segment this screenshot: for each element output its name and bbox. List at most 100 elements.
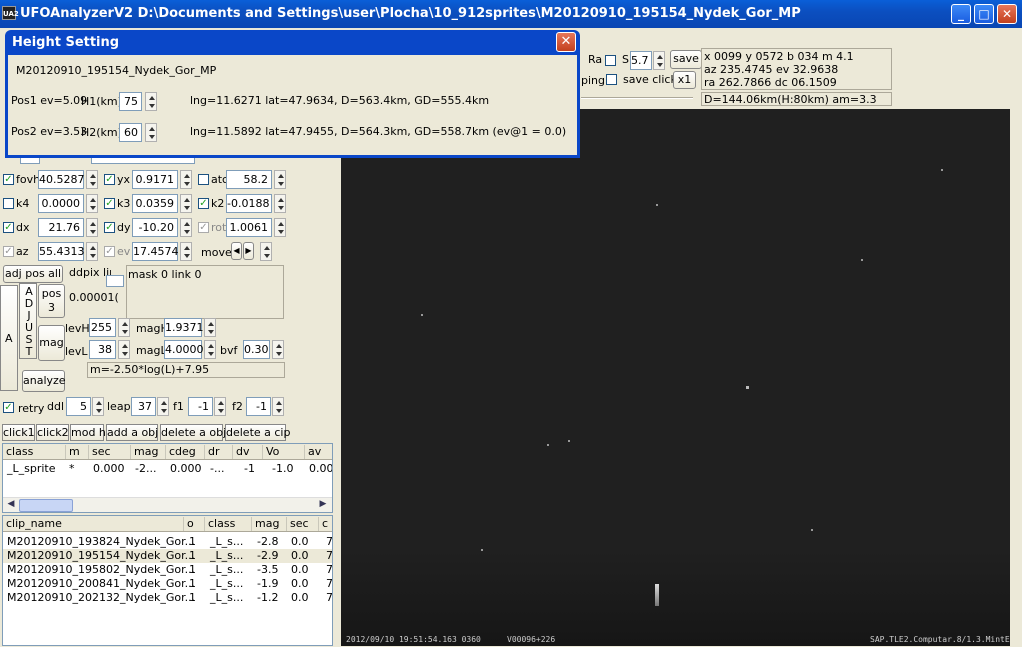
dy-checkbox[interactable]: ✓ xyxy=(104,222,115,233)
rot-checkbox[interactable]: ✓ xyxy=(198,222,209,233)
move-right-button[interactable]: ▶ xyxy=(243,242,254,260)
f1-spinner[interactable] xyxy=(214,397,226,416)
rot-spinner[interactable] xyxy=(274,218,286,237)
magl-spinner[interactable] xyxy=(204,340,216,359)
k3-spinner[interactable] xyxy=(180,194,192,213)
f2-spinner[interactable] xyxy=(272,397,284,416)
analyze-button[interactable]: analyze xyxy=(22,370,66,392)
mag-button[interactable]: mag xyxy=(38,325,65,361)
video-frame[interactable]: 2012/09/10 19:51:54.163 0360 V00096+226 … xyxy=(341,109,1010,646)
pos3-button[interactable]: pos 3 xyxy=(38,284,65,318)
ev-spinner[interactable] xyxy=(180,242,192,261)
ev-checkbox[interactable]: ✓ xyxy=(104,246,115,257)
ra-checkbox[interactable] xyxy=(605,55,616,66)
leap-spinner[interactable] xyxy=(157,397,169,416)
k2-spinner[interactable] xyxy=(274,194,286,213)
levl-field[interactable]: 38 xyxy=(89,340,116,359)
az-field[interactable]: 55.4313 xyxy=(38,242,85,261)
h2-spinner[interactable] xyxy=(145,123,157,142)
ddl-spinner[interactable] xyxy=(92,397,104,416)
adjust-button[interactable]: A D J U S T xyxy=(19,283,37,359)
object-table[interactable]: class m sec mag cdeg dr dv Vo av _L_spri… xyxy=(2,443,333,513)
clip-table[interactable]: clip_name o class mag sec c M20120910_19… xyxy=(2,515,333,646)
save-button[interactable]: save xyxy=(670,50,702,69)
col-header[interactable]: sec xyxy=(89,445,131,459)
scroll-right-icon[interactable]: ▶ xyxy=(316,499,330,512)
horizontal-scrollbar[interactable]: ◀ ▶ xyxy=(3,497,332,512)
k3-checkbox[interactable]: ✓ xyxy=(104,198,115,209)
maximize-button[interactable]: □ xyxy=(974,4,994,24)
dy-spinner[interactable] xyxy=(180,218,192,237)
leap-field[interactable]: 37 xyxy=(131,397,156,416)
magl-field[interactable]: 4.0000 xyxy=(164,340,204,359)
levh-spinner[interactable] xyxy=(118,318,130,337)
s-spinner[interactable] xyxy=(653,51,665,70)
col-header[interactable]: o xyxy=(184,517,205,531)
yx-spinner[interactable] xyxy=(180,170,192,189)
move-left-button[interactable]: ◀ xyxy=(231,242,242,260)
table-row[interactable]: M20120910_200841_Nydek_Gor... 1 _L_s... … xyxy=(3,577,332,591)
atc-checkbox[interactable] xyxy=(198,174,209,185)
table-row[interactable]: M20120910_193824_Nydek_Gor... 1 _L_s... … xyxy=(3,535,332,549)
fovh-spinner[interactable] xyxy=(86,170,98,189)
k4-field[interactable]: 0.0000 xyxy=(38,194,84,213)
fovh-field[interactable]: 40.5287 xyxy=(38,170,85,189)
close-window-button[interactable]: ✕ xyxy=(997,4,1017,24)
k4-checkbox[interactable] xyxy=(3,198,14,209)
table-row[interactable]: M20120910_202132_Nydek_Gor... 1 _L_s... … xyxy=(3,591,332,605)
f2-field[interactable]: -1 xyxy=(246,397,271,416)
atc-field[interactable]: 58.2 xyxy=(226,170,272,189)
f1-field[interactable]: -1 xyxy=(188,397,213,416)
magh-spinner[interactable] xyxy=(204,318,216,337)
x1-button[interactable]: x1 xyxy=(673,71,696,89)
atc-spinner[interactable] xyxy=(274,170,286,189)
ev-field[interactable]: 17.4574 xyxy=(132,242,179,261)
levl-spinner[interactable] xyxy=(118,340,130,359)
bvf-spinner[interactable] xyxy=(272,340,284,359)
ddl-field[interactable]: 5 xyxy=(66,397,91,416)
col-header[interactable]: class xyxy=(3,445,66,459)
dialog-close-button[interactable]: ✕ xyxy=(556,32,576,52)
s-field[interactable]: 5.7 xyxy=(630,51,652,70)
bvf-field[interactable]: 0.30 xyxy=(243,340,270,359)
col-header[interactable]: av xyxy=(305,445,332,459)
table-row[interactable]: M20120910_195802_Nydek_Gor... 1 _L_s... … xyxy=(3,563,332,577)
fovh-checkbox[interactable]: ✓ xyxy=(3,174,14,185)
h1-field[interactable]: 75 xyxy=(119,92,142,111)
h1-spinner[interactable] xyxy=(145,92,157,111)
move-spinner[interactable] xyxy=(260,242,272,261)
dx-spinner[interactable] xyxy=(86,218,98,237)
magh-field[interactable]: 1.9371 xyxy=(164,318,204,337)
col-header[interactable]: mag xyxy=(131,445,166,459)
col-header[interactable]: clip_name xyxy=(3,517,184,531)
minimize-button[interactable]: _ xyxy=(951,4,971,24)
col-header[interactable]: dr xyxy=(205,445,233,459)
col-header[interactable]: sec xyxy=(287,517,319,531)
add-obj-button[interactable]: add a obj xyxy=(106,424,158,441)
k2-checkbox[interactable]: ✓ xyxy=(198,198,209,209)
delete-obj-button[interactable]: delete a obj xyxy=(160,424,226,441)
scroll-left-icon[interactable]: ◀ xyxy=(4,499,18,512)
levh-field[interactable]: 255 xyxy=(89,318,116,337)
mod-h-button[interactable]: mod h xyxy=(70,424,106,441)
scroll-thumb[interactable] xyxy=(19,499,73,512)
table-row[interactable]: _L_sprite * 0.000 -2... 0.000 -... -1 -1… xyxy=(3,462,332,476)
slider-track[interactable] xyxy=(581,97,693,99)
adj-pos-all-button[interactable]: adj pos all xyxy=(3,265,63,283)
col-header[interactable]: Vo xyxy=(263,445,305,459)
a-button[interactable]: A xyxy=(0,285,18,391)
table-row-selected[interactable]: M20120910_195154_Nydek_Gor... 1 _L_s... … xyxy=(3,549,332,563)
dy-field[interactable]: -10.20 xyxy=(132,218,178,237)
k4-spinner[interactable] xyxy=(86,194,98,213)
col-header[interactable]: m xyxy=(66,445,89,459)
click1-button[interactable]: click1 xyxy=(2,424,35,441)
col-header[interactable]: c xyxy=(319,517,332,531)
col-header[interactable]: dv xyxy=(233,445,263,459)
k2-field[interactable]: -0.0188 xyxy=(226,194,272,213)
ddpix-dropdown[interactable] xyxy=(106,275,124,287)
az-spinner[interactable] xyxy=(86,242,98,261)
col-header[interactable]: class xyxy=(205,517,252,531)
dx-checkbox[interactable]: ✓ xyxy=(3,222,14,233)
yx-field[interactable]: 0.9171 xyxy=(132,170,178,189)
rot-field[interactable]: 1.0061 xyxy=(226,218,272,237)
